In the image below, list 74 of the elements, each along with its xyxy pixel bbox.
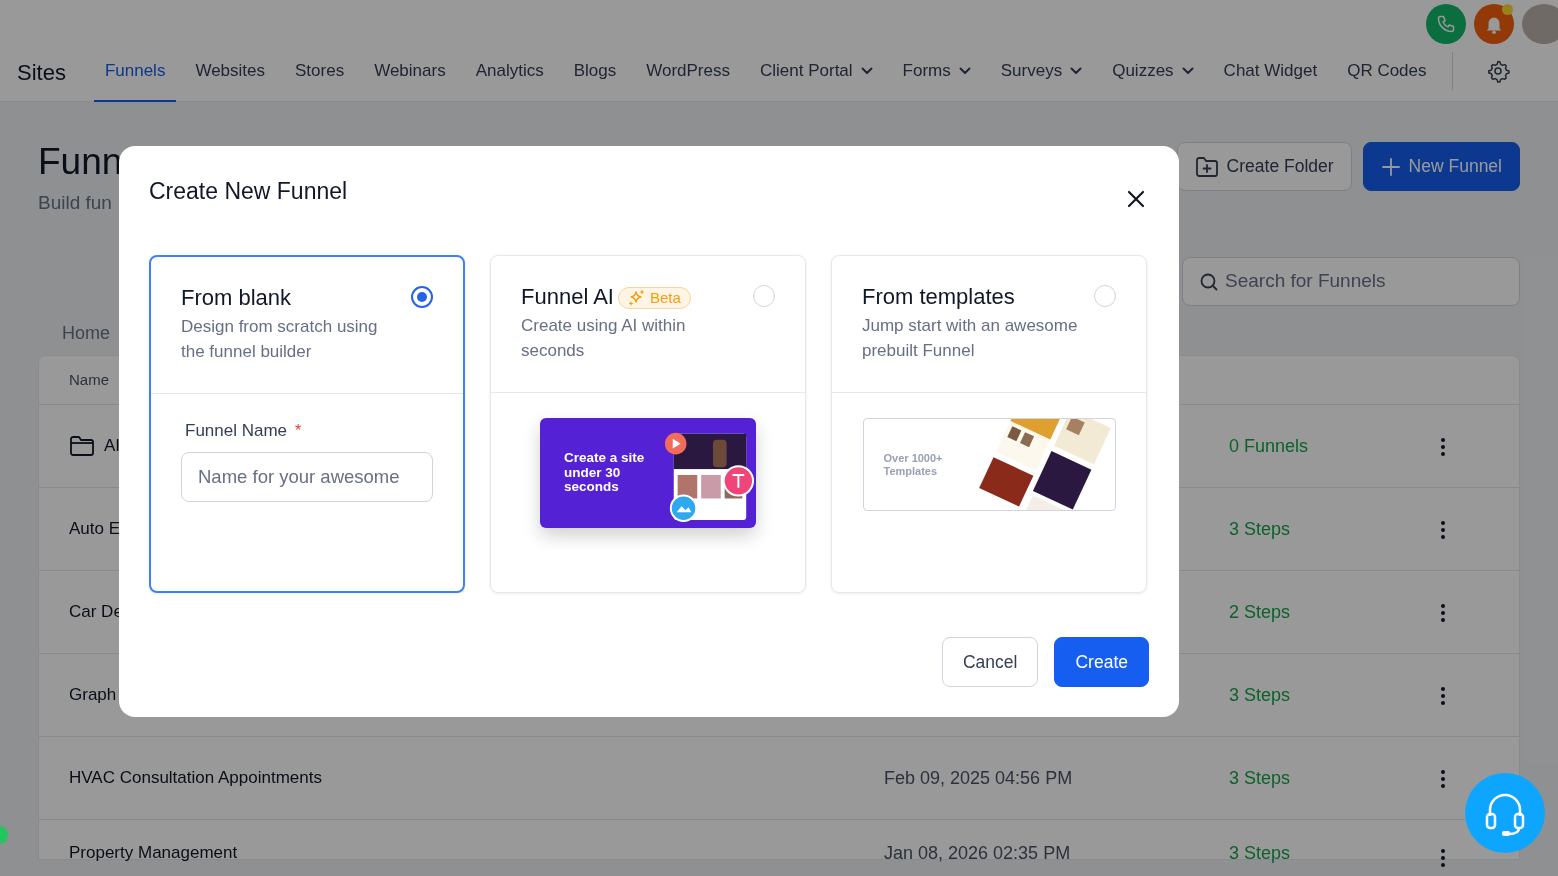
field-label: Funnel Name: [185, 421, 288, 440]
funnel-name[interactable]: Property Management: [69, 840, 238, 866]
search-field[interactable]: Search for Funnels: [1182, 257, 1520, 307]
vertical-dots-icon: [1440, 519, 1446, 540]
chevron-down-icon: [958, 67, 971, 75]
nav-tab[interactable]: QR Codes: [1336, 42, 1438, 102]
funnel-name-input[interactable]: Name for your awesome: [181, 451, 433, 502]
vertical-dots-icon: [1440, 847, 1446, 868]
chevron-down-icon: [860, 67, 873, 75]
breadcrumb-link[interactable]: Home: [62, 320, 110, 356]
notifications-button[interactable]: [1474, 4, 1514, 44]
funnel-name[interactable]: Graph: [69, 682, 117, 708]
funnel-name[interactable]: HVAC Consultation Appointments: [69, 765, 322, 791]
app-title: Sites: [17, 58, 66, 87]
nav-tab[interactable]: Forms: [891, 42, 982, 102]
settings-icon: [1485, 59, 1510, 83]
preview-headline: Over 1000+ Templates: [882, 452, 944, 477]
step-count: 3 Steps: [1229, 843, 1291, 864]
search-icon: [1199, 271, 1219, 292]
updated-date: Jan 08, 2026 02:35 PM: [884, 843, 1071, 864]
option-card[interactable]: From blank Design from scratch using the funnel builder Funnel Name * Name for your awesome: [149, 255, 465, 593]
option-title: From templates: [862, 284, 1015, 309]
step-count: 2 Steps: [1229, 601, 1291, 622]
nav-tab[interactable]: WordPress: [635, 42, 741, 102]
create-folder-button[interactable]: Create Folder: [1176, 142, 1352, 191]
updated-date: Feb 09, 2025 04:56 PM: [884, 767, 1073, 788]
funnel-name[interactable]: Auto E: [69, 516, 121, 542]
step-count: 0 Funnels: [1229, 435, 1309, 456]
phone-icon: [1436, 14, 1456, 34]
option-description: Jump start with an awesome prebuilt Funnel: [862, 315, 1079, 363]
step-count: 3 Steps: [1229, 518, 1291, 539]
sparkle-icon: [627, 289, 646, 308]
close-icon: [1127, 189, 1145, 208]
option-description: Design from scratch using the funnel builder: [181, 316, 379, 364]
option-title: Funnel AI: [521, 284, 614, 309]
radio-button[interactable]: [411, 286, 433, 308]
nav-tab[interactable]: Client Portal: [749, 42, 884, 102]
column-header: Name: [69, 369, 109, 390]
step-count: 3 Steps: [1229, 684, 1291, 705]
folder-plus-icon: [1194, 155, 1219, 178]
option-card[interactable]: Funnel AI Beta Create using AI within seconds Create a site under 30 seconds: [490, 255, 806, 593]
nav-tab[interactable]: Analytics: [464, 42, 555, 102]
modal-title: Create New Funnel: [149, 178, 348, 206]
option-description: Create using AI within seconds: [521, 315, 687, 363]
required-asterisk: *: [295, 422, 302, 439]
create-button[interactable]: Create: [1054, 637, 1149, 687]
nav-tab[interactable]: Surveys: [989, 42, 1094, 102]
vertical-dots-icon: [1440, 768, 1446, 789]
vertical-dots-icon: [1440, 436, 1446, 457]
nav-tab[interactable]: Webinars: [363, 42, 457, 102]
folder-name[interactable]: AI: [104, 433, 121, 459]
nav-tab[interactable]: Stores: [284, 42, 356, 102]
nav-tab[interactable]: Funnels: [93, 42, 177, 102]
nav-tab[interactable]: Chat Widget: [1212, 42, 1329, 102]
page-title: Funn: [38, 142, 123, 183]
option-title: From blank: [181, 285, 292, 310]
plus-icon: [1380, 156, 1401, 177]
vertical-dots-icon: [1440, 602, 1446, 623]
page-subtitle: Build fun: [38, 190, 113, 215]
vertical-dots-icon: [1440, 685, 1446, 706]
new-funnel-button[interactable]: New Funnel: [1362, 142, 1520, 191]
notification-dot: [1502, 4, 1513, 15]
step-count: 3 Steps: [1229, 767, 1291, 788]
nav-tab[interactable]: Blogs: [562, 42, 628, 102]
nav-tab[interactable]: Websites: [184, 42, 276, 102]
preview-headline: Create a site under 30 seconds: [564, 450, 646, 496]
nav-tab[interactable]: Quizzes: [1101, 42, 1205, 102]
chevron-down-icon: [1070, 67, 1083, 75]
chevron-down-icon: [1181, 67, 1194, 75]
cancel-button[interactable]: Cancel: [942, 637, 1039, 687]
search-placeholder: Search for Funnels: [1225, 269, 1386, 294]
beta-badge: Beta: [617, 287, 691, 310]
folder-icon: [69, 435, 95, 458]
option-card[interactable]: From templates Jump start with an awesome prebuilt Funnel Over 1000+ Templates: [831, 255, 1147, 593]
